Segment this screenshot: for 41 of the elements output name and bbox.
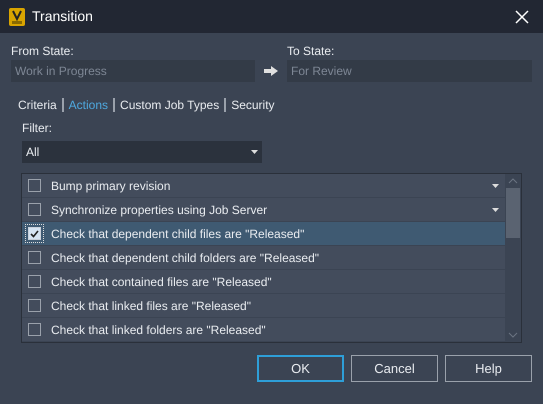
action-row[interactable]: Check that linked folders are "Released" xyxy=(22,318,505,342)
tab[interactable]: Custom Job Types xyxy=(120,96,220,114)
action-label: Check that contained files are "Released" xyxy=(51,274,273,290)
action-label: Check that linked files are "Released" xyxy=(51,298,252,314)
scrollbar[interactable] xyxy=(505,174,521,342)
checkbox[interactable] xyxy=(28,299,41,312)
checkbox[interactable] xyxy=(28,323,41,336)
dialog-button[interactable]: Cancel xyxy=(351,355,438,382)
action-label: Check that dependent child files are "Released" xyxy=(51,226,306,242)
scroll-down-icon[interactable] xyxy=(508,332,518,338)
tab[interactable]: Criteria xyxy=(18,96,57,114)
checkbox[interactable] xyxy=(28,227,41,240)
action-row[interactable]: Bump primary revision xyxy=(22,174,505,198)
dialog-button[interactable]: OK xyxy=(257,355,344,382)
action-label: Check that linked folders are "Released" xyxy=(51,322,267,338)
app-logo-icon xyxy=(9,8,25,26)
checkbox[interactable] xyxy=(28,179,41,192)
tab[interactable]: Actions xyxy=(68,96,108,114)
action-label: Bump primary revision xyxy=(51,178,172,194)
checkbox[interactable] xyxy=(28,251,41,264)
checkbox[interactable] xyxy=(28,275,41,288)
checkbox[interactable] xyxy=(28,203,41,216)
close-icon xyxy=(515,10,529,24)
action-label: Check that dependent child folders are "Released" xyxy=(51,250,320,266)
right-arrow-icon xyxy=(264,66,278,76)
to-state-label: To State: xyxy=(287,43,336,58)
filter-dropdown[interactable]: All xyxy=(22,141,262,163)
action-row[interactable]: Check that dependent child files are "Released" xyxy=(22,222,505,246)
from-state-label: From State: xyxy=(11,43,75,58)
tab[interactable]: Security xyxy=(231,96,275,114)
action-row[interactable]: Check that linked files are "Released" xyxy=(22,294,505,318)
caret-icon[interactable] xyxy=(492,184,499,188)
action-row[interactable]: Check that dependent child folders are "Released" xyxy=(22,246,505,270)
window-title: Transition xyxy=(32,7,93,26)
dialog-button[interactable]: Help xyxy=(445,355,532,382)
action-row[interactable]: Check that contained files are "Released" xyxy=(22,270,505,294)
scroll-up-icon[interactable] xyxy=(508,178,518,184)
caret-icon[interactable] xyxy=(492,208,499,212)
filter-label: Filter: xyxy=(22,120,53,137)
action-label: Synchronize properties using Job Server xyxy=(51,202,268,218)
caret-icon xyxy=(251,150,258,154)
